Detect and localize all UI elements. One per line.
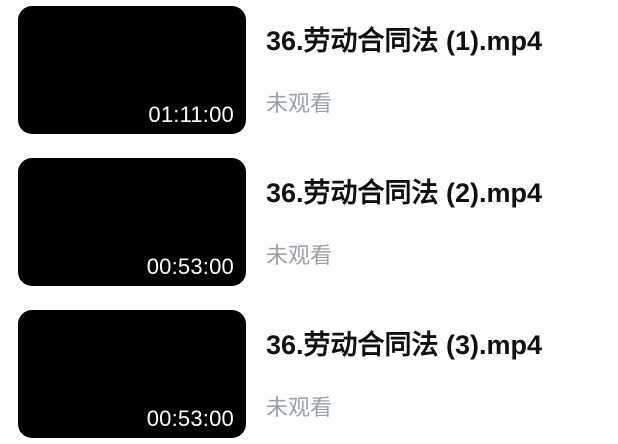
video-item[interactable]: 01:11:00 36.劳动合同法 (1).mp4 未观看 xyxy=(0,6,618,136)
video-title[interactable]: 36.劳动合同法 (3).mp4 xyxy=(266,328,542,362)
video-title[interactable]: 36.劳动合同法 (2).mp4 xyxy=(266,176,542,210)
video-thumbnail[interactable]: 00:53:00 xyxy=(18,310,246,438)
video-title[interactable]: 36.劳动合同法 (1).mp4 xyxy=(266,24,542,58)
video-thumbnail[interactable]: 01:11:00 xyxy=(18,6,246,134)
video-duration: 00:53:00 xyxy=(146,406,234,431)
video-item[interactable]: 00:53:00 36.劳动合同法 (3).mp4 未观看 xyxy=(0,310,618,440)
video-item[interactable]: 00:53:00 36.劳动合同法 (2).mp4 未观看 xyxy=(0,158,618,288)
video-thumbnail[interactable]: 00:53:00 xyxy=(18,158,246,286)
video-duration: 00:53:00 xyxy=(146,254,234,279)
video-list: 01:11:00 36.劳动合同法 (1).mp4 未观看 00:53:00 3… xyxy=(0,0,618,444)
watch-status: 未观看 xyxy=(266,91,333,116)
video-duration: 01:11:00 xyxy=(148,102,234,127)
watch-status: 未观看 xyxy=(266,395,333,420)
watch-status: 未观看 xyxy=(266,243,333,268)
